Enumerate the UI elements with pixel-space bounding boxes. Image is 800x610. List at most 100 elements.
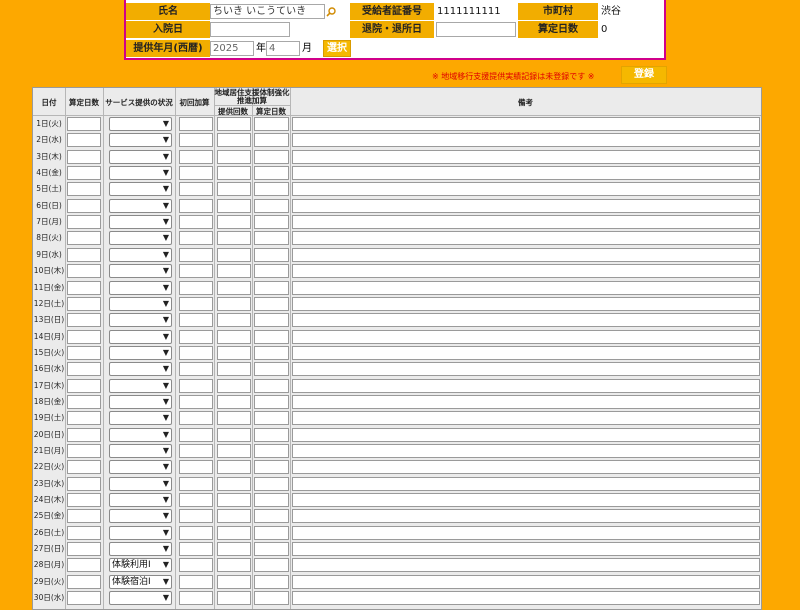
service-status-select[interactable]: ▼ xyxy=(109,427,172,442)
first-add-input[interactable] xyxy=(179,558,213,573)
first-add-input[interactable] xyxy=(179,493,213,508)
calc-days-2-input[interactable] xyxy=(254,542,289,557)
first-add-input[interactable] xyxy=(179,166,213,181)
first-add-input[interactable] xyxy=(179,313,213,328)
search-icon[interactable] xyxy=(326,7,336,17)
calc-days-input[interactable] xyxy=(67,313,101,328)
remarks-input[interactable] xyxy=(292,149,760,164)
calc-days-input[interactable] xyxy=(67,525,101,540)
first-add-input[interactable] xyxy=(179,345,213,360)
calc-days-input[interactable] xyxy=(67,362,101,377)
calc-days-input[interactable] xyxy=(67,215,101,230)
provide-count-input[interactable] xyxy=(217,411,251,426)
service-status-select[interactable]: ▼ xyxy=(109,362,172,377)
remarks-input[interactable] xyxy=(292,444,760,458)
calc-days-2-input[interactable] xyxy=(254,345,289,360)
service-status-select[interactable]: ▼ xyxy=(109,166,172,181)
first-add-input[interactable] xyxy=(179,117,213,131)
service-status-select[interactable]: ▼ xyxy=(109,493,172,508)
service-status-select[interactable]: ▼ xyxy=(109,313,172,328)
first-add-input[interactable] xyxy=(179,509,213,524)
first-add-input[interactable] xyxy=(179,460,213,475)
calc-days-2-input[interactable] xyxy=(254,574,289,589)
remarks-input[interactable] xyxy=(292,591,760,606)
first-add-input[interactable] xyxy=(179,476,213,491)
calc-days-2-input[interactable] xyxy=(254,444,289,458)
remarks-input[interactable] xyxy=(292,542,760,557)
calc-days-2-input[interactable] xyxy=(254,117,289,131)
provide-count-input[interactable] xyxy=(217,198,251,213)
calc-days-input[interactable] xyxy=(67,444,101,458)
service-status-select[interactable]: ▼ xyxy=(109,280,172,295)
provide-count-input[interactable] xyxy=(217,558,251,573)
service-status-select[interactable]: ▼ xyxy=(109,476,172,491)
calc-days-input[interactable] xyxy=(67,247,101,262)
calc-days-input[interactable] xyxy=(67,542,101,557)
service-status-select[interactable]: ▼ xyxy=(109,394,172,409)
calc-days-2-input[interactable] xyxy=(254,329,289,344)
remarks-input[interactable] xyxy=(292,427,760,442)
register-button[interactable]: 登録 xyxy=(621,66,667,84)
service-status-select[interactable]: ▼ xyxy=(109,264,172,279)
provide-count-input[interactable] xyxy=(217,444,251,458)
calc-days-2-input[interactable] xyxy=(254,133,289,148)
calc-days-input[interactable] xyxy=(67,558,101,573)
calc-days-2-input[interactable] xyxy=(254,378,289,393)
provide-count-input[interactable] xyxy=(217,166,251,181)
first-add-input[interactable] xyxy=(179,378,213,393)
calc-days-input[interactable] xyxy=(67,476,101,491)
provide-count-input[interactable] xyxy=(217,476,251,491)
remarks-input[interactable] xyxy=(292,509,760,524)
service-status-select[interactable]: ▼ xyxy=(109,378,172,393)
remarks-input[interactable] xyxy=(292,264,760,279)
provide-count-input[interactable] xyxy=(217,215,251,230)
first-add-input[interactable] xyxy=(179,362,213,377)
remarks-input[interactable] xyxy=(292,117,760,131)
remarks-input[interactable] xyxy=(292,476,760,491)
provide-count-input[interactable] xyxy=(217,133,251,148)
provide-count-input[interactable] xyxy=(217,247,251,262)
calc-days-2-input[interactable] xyxy=(254,198,289,213)
calc-days-input[interactable] xyxy=(67,460,101,475)
remarks-input[interactable] xyxy=(292,215,760,230)
service-status-select[interactable]: ▼ xyxy=(109,444,172,458)
provide-count-input[interactable] xyxy=(217,313,251,328)
service-status-select[interactable]: ▼ xyxy=(109,133,172,148)
discharge-date-field[interactable] xyxy=(436,22,516,37)
first-add-input[interactable] xyxy=(179,591,213,606)
remarks-input[interactable] xyxy=(292,198,760,213)
provide-count-input[interactable] xyxy=(217,378,251,393)
calc-days-input[interactable] xyxy=(67,345,101,360)
provide-count-input[interactable] xyxy=(217,427,251,442)
calc-days-input[interactable] xyxy=(67,264,101,279)
calc-days-input[interactable] xyxy=(67,280,101,295)
remarks-input[interactable] xyxy=(292,394,760,409)
admit-date-field[interactable] xyxy=(210,22,290,37)
service-status-select[interactable]: ▼ xyxy=(109,215,172,230)
provide-count-input[interactable] xyxy=(217,509,251,524)
remarks-input[interactable] xyxy=(292,182,760,197)
remarks-input[interactable] xyxy=(292,231,760,246)
calc-days-2-input[interactable] xyxy=(254,493,289,508)
service-status-select[interactable]: ▼ xyxy=(109,460,172,475)
remarks-input[interactable] xyxy=(292,166,760,181)
calc-days-input[interactable] xyxy=(67,117,101,131)
remarks-input[interactable] xyxy=(292,558,760,573)
remarks-input[interactable] xyxy=(292,345,760,360)
remarks-input[interactable] xyxy=(292,296,760,311)
calc-days-2-input[interactable] xyxy=(254,509,289,524)
service-status-select[interactable]: ▼ xyxy=(109,411,172,426)
service-status-select[interactable]: ▼ xyxy=(109,198,172,213)
calc-days-2-input[interactable] xyxy=(254,591,289,606)
calc-days-2-input[interactable] xyxy=(254,558,289,573)
calc-days-input[interactable] xyxy=(67,378,101,393)
calc-days-2-input[interactable] xyxy=(254,525,289,540)
first-add-input[interactable] xyxy=(179,329,213,344)
first-add-input[interactable] xyxy=(179,231,213,246)
first-add-input[interactable] xyxy=(179,296,213,311)
calc-days-input[interactable] xyxy=(67,182,101,197)
remarks-input[interactable] xyxy=(292,411,760,426)
first-add-input[interactable] xyxy=(179,264,213,279)
service-status-select[interactable]: ▼ xyxy=(109,345,172,360)
service-status-select[interactable]: ▼ xyxy=(109,509,172,524)
